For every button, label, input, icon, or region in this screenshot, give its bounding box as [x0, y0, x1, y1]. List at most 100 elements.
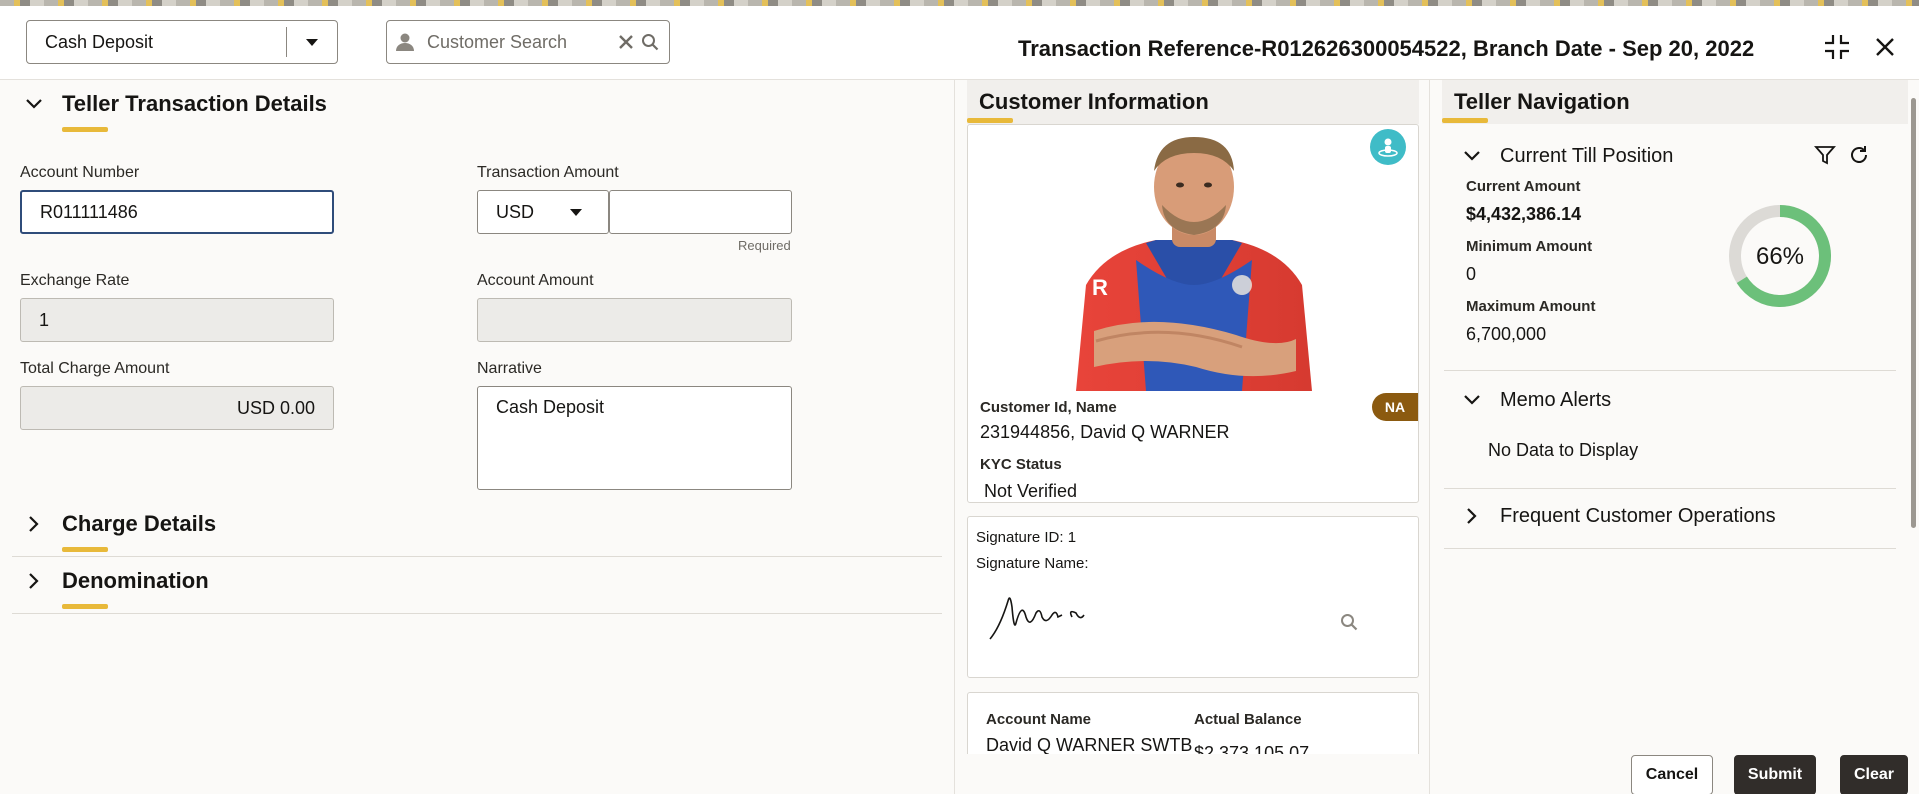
account-name-label: Account Name: [986, 711, 1092, 728]
actual-balance-label: Actual Balance: [1194, 711, 1302, 728]
chevron-down-icon[interactable]: [570, 208, 582, 216]
customer-info-title-bar: Customer Information: [967, 80, 1419, 124]
scrollbar-thumb[interactable]: [1911, 98, 1916, 528]
teller-details-title: Teller Transaction Details: [62, 91, 327, 116]
clear-button[interactable]: Clear: [1840, 755, 1908, 794]
narrative-textarea[interactable]: Cash Deposit: [477, 386, 792, 490]
customer-information-panel: Customer Information R NA Customer Id, N…: [954, 80, 1430, 794]
divider: [1444, 548, 1896, 549]
kyc-status-value: Not Verified: [984, 481, 1078, 501]
svg-text:R: R: [1092, 275, 1108, 300]
memo-empty-text: No Data to Display: [1488, 440, 1639, 460]
till-position-header[interactable]: Current Till Position: [1458, 142, 1673, 170]
section-title: Teller Transaction Details: [62, 91, 327, 132]
customer-status-badge: NA: [1372, 393, 1418, 421]
denomination-title: Denomination: [62, 568, 209, 593]
filter-icon[interactable]: [1814, 144, 1836, 166]
till-gauge: 66%: [1729, 205, 1831, 307]
currency-select[interactable]: USD: [477, 190, 609, 234]
currency-value: USD: [496, 201, 535, 222]
signature-name: Signature Name:: [976, 555, 1089, 572]
frequent-operations-title: Frequent Customer Operations: [1500, 504, 1776, 527]
customer-search[interactable]: [386, 20, 670, 64]
account-number-input[interactable]: R011111486: [20, 190, 334, 234]
title-underline: [967, 118, 1013, 123]
customer-360-icon[interactable]: [1370, 129, 1406, 165]
divider: [1444, 488, 1896, 489]
clear-icon[interactable]: [617, 33, 635, 51]
teller-details-header[interactable]: Teller Transaction Details: [20, 90, 327, 132]
denomination-header[interactable]: Denomination: [20, 567, 209, 609]
chevron-down-icon[interactable]: [20, 90, 48, 118]
user-icon: [395, 32, 415, 52]
chevron-right-icon[interactable]: [20, 510, 48, 538]
exchange-rate-label: Exchange Rate: [20, 272, 130, 289]
chevron-right-icon[interactable]: [20, 567, 48, 595]
title-underline: [62, 547, 108, 552]
minimum-amount-value: 0: [1466, 264, 1477, 284]
teller-navigation-title-bar: Teller Navigation: [1442, 80, 1908, 124]
refresh-icon[interactable]: [1848, 144, 1870, 166]
gauge-percent: 66%: [1756, 243, 1804, 270]
signature-card: Signature ID: 1 Signature Name:: [967, 516, 1419, 678]
divider: [12, 613, 942, 614]
teller-transaction-panel: Teller Transaction Details Account Numbe…: [0, 80, 952, 794]
divider: [12, 556, 942, 557]
minimize-icon[interactable]: [1824, 34, 1850, 60]
transaction-type-value: Cash Deposit: [45, 31, 154, 52]
customer-id-name-value: 231944856, David Q WARNER: [980, 422, 1230, 442]
submit-button[interactable]: Submit: [1734, 755, 1816, 794]
close-icon[interactable]: [1874, 34, 1896, 60]
transaction-amount-label: Transaction Amount: [477, 164, 619, 181]
memo-alerts-title: Memo Alerts: [1500, 388, 1612, 411]
total-charge-field: USD 0.00: [20, 386, 334, 430]
current-amount-value: $4,432,386.14: [1466, 204, 1582, 224]
search-icon[interactable]: [1340, 613, 1358, 631]
section-title: Charge Details: [62, 511, 217, 552]
title-underline: [62, 604, 108, 609]
charge-details-title: Charge Details: [62, 511, 217, 536]
till-position-title: Current Till Position: [1500, 144, 1674, 167]
signature-image: [989, 597, 1085, 640]
transaction-amount-input[interactable]: [609, 190, 792, 234]
account-number-label: Account Number: [20, 164, 140, 181]
signature-id: Signature ID: 1: [976, 529, 1077, 546]
customer-info-title: Customer Information: [979, 89, 1209, 114]
chevron-down-icon[interactable]: [1458, 142, 1486, 170]
chevron-right-icon[interactable]: [1458, 502, 1486, 530]
chevron-down-icon[interactable]: [1458, 386, 1486, 414]
cancel-button[interactable]: Cancel: [1631, 755, 1713, 794]
exchange-rate-field: 1: [20, 298, 334, 342]
charge-details-header[interactable]: Charge Details: [20, 510, 217, 552]
section-title: Denomination: [62, 568, 209, 609]
maximum-amount-value: 6,700,000: [1466, 324, 1547, 344]
card-overlay: [955, 754, 1429, 794]
teller-navigation-panel: Teller Navigation Current Till Position …: [1430, 80, 1910, 794]
narrative-label: Narrative: [477, 360, 542, 377]
divider: [1444, 370, 1896, 371]
teller-navigation-title: Teller Navigation: [1454, 89, 1630, 114]
transaction-type-select[interactable]: Cash Deposit: [26, 20, 338, 64]
search-icon[interactable]: [641, 33, 659, 51]
account-amount-field: [477, 298, 792, 342]
minimum-amount-label: Minimum Amount: [1466, 238, 1593, 255]
frequent-operations-header[interactable]: Frequent Customer Operations: [1458, 502, 1776, 530]
title-underline: [62, 127, 108, 132]
customer-search-input[interactable]: [427, 31, 617, 53]
chevron-down-icon[interactable]: [287, 38, 337, 46]
title-underline: [1442, 118, 1488, 123]
account-name-value: David Q WARNER SWTB: [986, 735, 1193, 755]
kyc-status-label: KYC Status: [980, 456, 1062, 473]
maximum-amount-label: Maximum Amount: [1466, 298, 1596, 315]
required-note: Required: [738, 238, 791, 253]
memo-alerts-header[interactable]: Memo Alerts: [1458, 386, 1611, 414]
scrollbar[interactable]: [1908, 80, 1919, 752]
customer-photo: R: [1076, 137, 1312, 391]
total-charge-label: Total Charge Amount: [20, 360, 170, 377]
account-amount-label: Account Amount: [477, 272, 594, 289]
transaction-reference: Transaction Reference-R012626300054522, …: [1018, 36, 1755, 61]
customer-id-name-label: Customer Id, Name: [980, 399, 1117, 416]
current-amount-label: Current Amount: [1466, 178, 1581, 195]
customer-card: R NA Customer Id, Name 231944856, David …: [967, 124, 1419, 503]
header-bar: Cash Deposit Transaction Reference-R0126…: [0, 6, 1919, 80]
